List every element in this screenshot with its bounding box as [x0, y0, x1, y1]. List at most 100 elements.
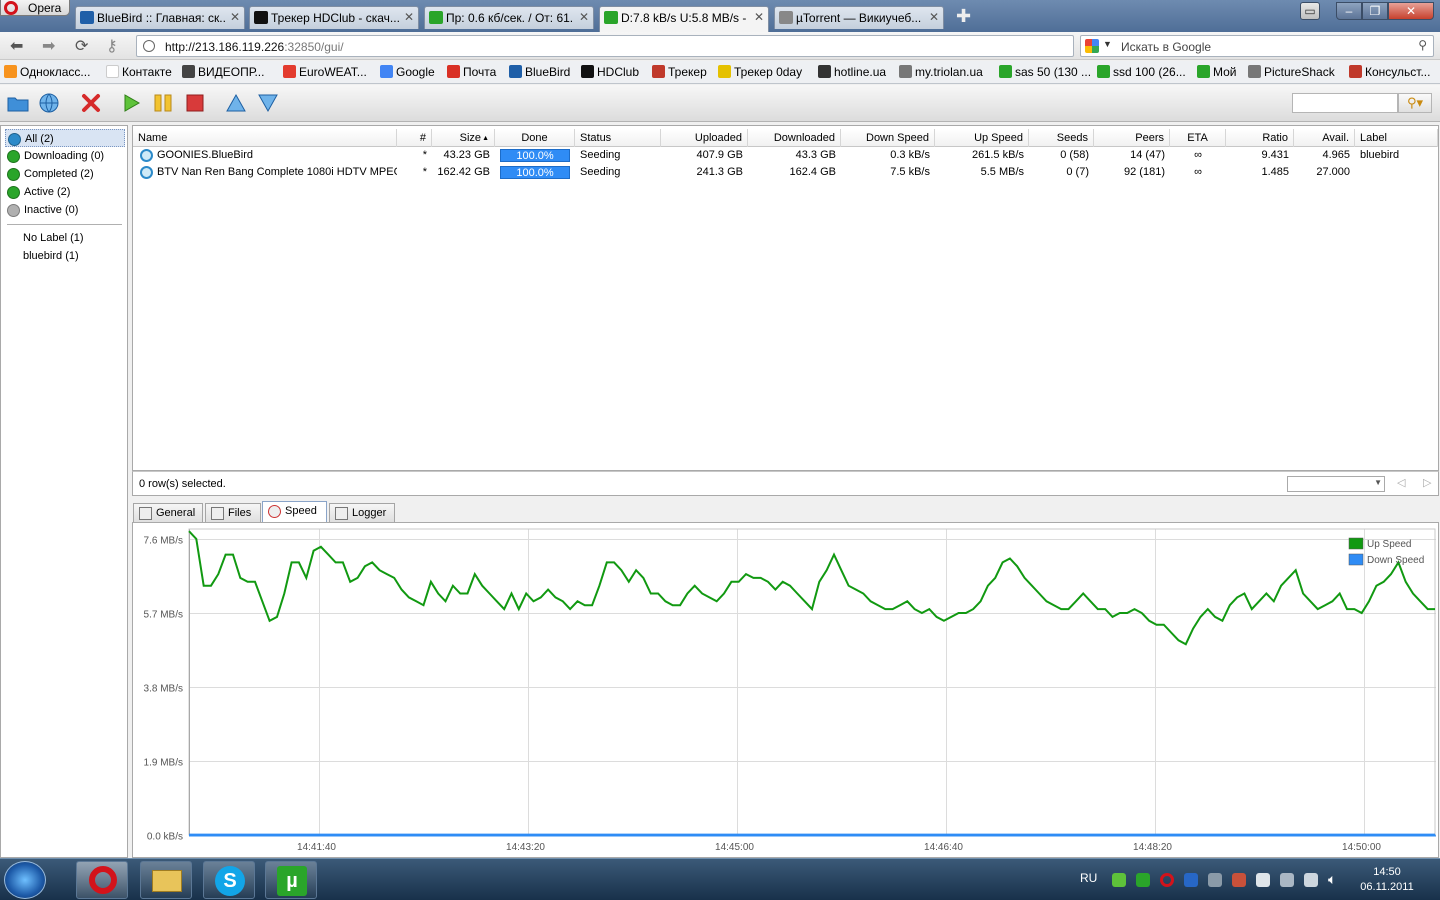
column-header[interactable]: Avail. [1294, 129, 1355, 147]
forward-arrow-icon[interactable]: ➡ [42, 36, 55, 56]
detail-tab[interactable]: Files [205, 503, 261, 523]
bookmark-item[interactable]: Почта [447, 65, 496, 79]
column-header[interactable]: ETA [1170, 129, 1226, 147]
tray-utorrent-icon[interactable] [1136, 873, 1150, 887]
bookmark-item[interactable]: my.triolan.ua [899, 65, 983, 79]
tab-close-icon[interactable]: ✕ [579, 10, 589, 24]
move-down-icon[interactable] [256, 91, 280, 115]
bookmark-item[interactable]: EuroWEAT... [283, 65, 367, 79]
sidebar-category[interactable]: All (2) [5, 129, 125, 147]
opera-menu-button[interactable]: Opera [0, 0, 70, 16]
next-page-icon[interactable]: ▷ [1423, 476, 1431, 489]
bookmark-item[interactable]: sas 50 (130 ... [999, 65, 1091, 79]
column-header[interactable]: Label [1355, 129, 1438, 147]
bookmark-item[interactable]: BlueBird [509, 65, 570, 79]
sidebar-category[interactable]: Completed (2) [5, 165, 125, 183]
tray-monitor-icon[interactable] [1280, 873, 1294, 887]
column-header[interactable]: Done [495, 129, 575, 147]
keyboard-language[interactable]: RU [1080, 871, 1097, 885]
close-window-icon[interactable]: ✕ [1388, 2, 1434, 20]
add-url-globe-icon[interactable] [37, 91, 61, 115]
torrent-row[interactable]: GOONIES.BlueBird * 43.23 GB 100.0% Seeding 40… [133, 147, 1438, 164]
bookmark-item[interactable]: PictureShack [1248, 65, 1335, 79]
column-header[interactable]: Seeds [1029, 129, 1094, 147]
new-tab-plus-icon[interactable]: ✚ [956, 6, 971, 27]
search-icon[interactable]: ⚲▾ [1398, 93, 1432, 113]
column-header[interactable]: Up Speed [935, 129, 1029, 147]
prev-page-icon[interactable]: ◁ [1397, 476, 1405, 489]
tab-close-icon[interactable]: ✕ [929, 10, 939, 24]
browser-tab[interactable]: Трекер HDClub - скач... ✕ [249, 6, 419, 29]
bookmark-item[interactable]: Контакте [106, 65, 172, 79]
sidebar-label-item[interactable]: bluebird (1) [23, 247, 79, 265]
browser-tab[interactable]: BlueBird :: Главная: ск... ✕ [75, 6, 245, 29]
column-header[interactable]: Peers [1094, 129, 1170, 147]
address-field[interactable]: http://213.186.119.226:32850/gui/ [136, 35, 1074, 57]
volume-icon[interactable]: 🔈︎ [1328, 871, 1336, 888]
start-play-icon[interactable] [119, 91, 143, 115]
taskbar-explorer-button[interactable] [140, 861, 192, 899]
column-header[interactable]: Size▲ [432, 129, 495, 147]
column-header[interactable]: Down Speed [841, 129, 935, 147]
tab-close-icon[interactable]: ✕ [404, 10, 414, 24]
bookmark-item[interactable]: Трекер 0day [718, 65, 802, 79]
browser-tab[interactable]: Пр: 0.6 кб/сек. / От: 61... ✕ [424, 6, 594, 29]
back-arrow-icon[interactable]: ⬅ [10, 36, 23, 56]
column-header[interactable]: Downloaded [748, 129, 841, 147]
chevron-down-icon[interactable]: ▼ [1103, 39, 1112, 49]
open-folder-icon[interactable] [6, 91, 30, 115]
detail-tab[interactable]: Logger [329, 503, 395, 523]
bookmark-item[interactable]: HDClub [581, 65, 639, 79]
search-icon[interactable]: ⚲ [1418, 38, 1427, 52]
tray-network-wire-icon[interactable] [1304, 873, 1318, 887]
restore-icon[interactable]: ❐ [1362, 2, 1388, 20]
bookmark-item[interactable]: Мой [1197, 65, 1237, 79]
torrent-row[interactable]: BTV Nan Ren Bang Complete 1080i HDTV MPE… [133, 164, 1438, 181]
tab-close-icon[interactable]: ✕ [754, 10, 764, 24]
sidebar-category[interactable]: Inactive (0) [5, 201, 125, 219]
move-up-icon[interactable] [224, 91, 248, 115]
tray-card-icon[interactable] [1256, 873, 1270, 887]
key-icon[interactable]: ⚷ [106, 36, 118, 56]
bookmark-item[interactable]: Консульст... [1349, 65, 1430, 79]
tray-network-icon[interactable] [1112, 873, 1126, 887]
column-header[interactable]: Uploaded [661, 129, 748, 147]
tray-opera-icon[interactable] [1160, 873, 1174, 887]
bookmark-item[interactable]: Трекер [652, 65, 707, 79]
bookmark-item[interactable]: Однокласс... [4, 65, 90, 79]
torrent-search-input[interactable] [1292, 93, 1398, 113]
tray-flag-icon[interactable] [1232, 873, 1246, 887]
tray-device-icon[interactable] [1208, 873, 1222, 887]
tray-bluetooth-icon[interactable] [1184, 873, 1198, 887]
search-field[interactable]: ▼ Искать в Google ⚲ [1080, 35, 1434, 57]
taskbar-opera-button[interactable] [76, 861, 128, 899]
bookmark-item[interactable]: Google [380, 65, 435, 79]
detail-tab[interactable]: General [133, 503, 203, 523]
stop-icon[interactable] [183, 91, 207, 115]
sidebar-category[interactable]: Downloading (0) [5, 147, 125, 165]
page-select[interactable]: ▼ [1287, 476, 1385, 492]
system-clock[interactable]: 14:50 06.11.2011 [1356, 865, 1418, 895]
bookmark-item[interactable]: hotline.ua [818, 65, 886, 79]
sidebar-label-item[interactable]: No Label (1) [23, 229, 84, 247]
taskbar-utorrent-button[interactable]: µ [265, 861, 317, 899]
trash-icon[interactable]: ▭ [1300, 2, 1320, 20]
bookmark-favicon-icon [581, 65, 594, 78]
sidebar-category[interactable]: Active (2) [5, 183, 125, 201]
bookmark-item[interactable]: ВИДЕОПР... [182, 65, 264, 79]
browser-tab[interactable]: µTorrent — Викиучеб... ✕ [774, 6, 944, 29]
column-header[interactable]: Status [575, 129, 661, 147]
column-header[interactable]: Ratio [1226, 129, 1294, 147]
reload-icon[interactable]: ⟳ [75, 36, 88, 56]
bookmark-item[interactable]: ssd 100 (26... [1097, 65, 1186, 79]
minimize-icon[interactable]: – [1336, 2, 1362, 20]
remove-x-icon[interactable] [79, 91, 103, 115]
taskbar-skype-button[interactable]: S [203, 861, 255, 899]
windows-start-icon[interactable] [4, 861, 46, 899]
column-header[interactable]: # [397, 129, 432, 147]
browser-tab[interactable]: D:7.8 kB/s U:5.8 MB/s - ... ✕ [599, 6, 769, 32]
tab-close-icon[interactable]: ✕ [230, 10, 240, 24]
column-header[interactable]: Name [133, 129, 397, 147]
pause-icon[interactable] [151, 91, 175, 115]
detail-tab[interactable]: Speed [262, 501, 327, 523]
